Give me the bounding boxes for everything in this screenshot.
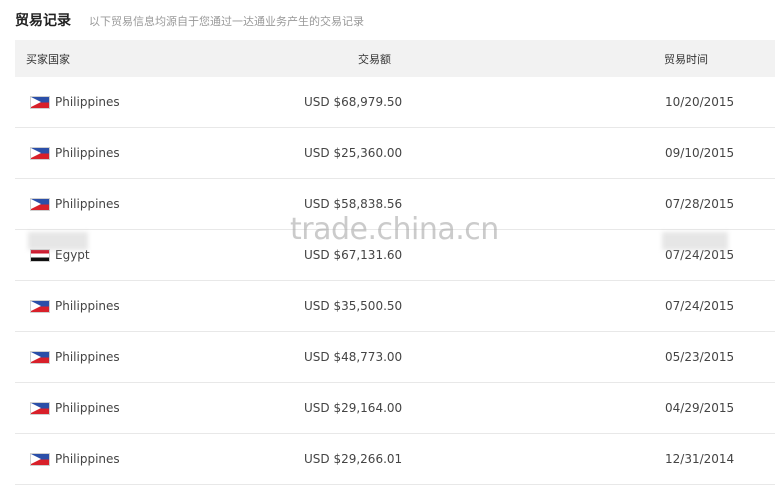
country-name: Philippines [55,401,120,415]
column-header-time: 贸易时间 [664,53,708,66]
table-row: Philippines USD $48,773.00 05/23/2015 [15,332,775,383]
table-header: 买家国家 交易额 贸易时间 [15,40,775,77]
country-cell: Egypt [30,248,90,262]
country-name: Philippines [55,350,120,364]
country-cell: Philippines [30,299,120,313]
amount-cell: USD $25,360.00 [304,146,403,160]
amount-cell: USD $68,979.50 [304,95,403,109]
table-row: Philippines USD $58,838.56 07/28/2015 [15,179,775,230]
country-cell: Philippines [30,350,120,364]
egypt-flag-icon [30,248,50,262]
table-row: Egypt USD $67,131.60 07/24/2015 [15,230,775,281]
country-cell: Philippines [30,197,120,211]
country-name: Egypt [55,248,90,262]
country-cell: Philippines [30,95,120,109]
country-cell: Philippines [30,401,120,415]
date-cell: 07/24/2015 [665,299,735,313]
philippines-flag-icon [30,350,50,364]
country-cell: Philippines [30,452,120,466]
column-header-amount: 交易额 [358,53,391,66]
philippines-flag-icon [30,452,50,466]
amount-cell: USD $48,773.00 [304,350,403,364]
column-header-country: 买家国家 [26,53,70,66]
blur-smudge [28,232,88,250]
table-row: Philippines USD $29,164.00 04/29/2015 [15,383,775,434]
country-name: Philippines [55,299,120,313]
section-header: 贸易记录 以下贸易信息均源自于您通过一达通业务产生的交易记录 [15,10,364,34]
country-name: Philippines [55,452,120,466]
country-name: Philippines [55,146,120,160]
table-row: Philippines USD $68,979.50 10/20/2015 [15,77,775,128]
philippines-flag-icon [30,197,50,211]
country-name: Philippines [55,95,120,109]
trade-records-table: 买家国家 交易额 贸易时间 Philippines USD $68,979.50… [15,40,775,485]
country-name: Philippines [55,197,120,211]
page-title: 贸易记录 [15,13,71,29]
date-cell: 05/23/2015 [665,350,735,364]
blur-smudge [662,232,728,250]
table-row: Philippines USD $25,360.00 09/10/2015 [15,128,775,179]
philippines-flag-icon [30,146,50,160]
amount-cell: USD $35,500.50 [304,299,403,313]
table-row: Philippines USD $35,500.50 07/24/2015 [15,281,775,332]
country-cell: Philippines [30,146,120,160]
date-cell: 07/24/2015 [665,248,735,262]
philippines-flag-icon [30,299,50,313]
date-cell: 12/31/2014 [665,452,735,466]
date-cell: 07/28/2015 [665,197,735,211]
amount-cell: USD $58,838.56 [304,197,403,211]
date-cell: 09/10/2015 [665,146,735,160]
page-subtitle: 以下贸易信息均源自于您通过一达通业务产生的交易记录 [89,15,364,28]
date-cell: 04/29/2015 [665,401,735,415]
amount-cell: USD $29,266.01 [304,452,403,466]
philippines-flag-icon [30,401,50,415]
philippines-flag-icon [30,95,50,109]
amount-cell: USD $67,131.60 [304,248,403,262]
amount-cell: USD $29,164.00 [304,401,403,415]
date-cell: 10/20/2015 [665,95,735,109]
table-row: Philippines USD $29,266.01 12/31/2014 [15,434,775,485]
